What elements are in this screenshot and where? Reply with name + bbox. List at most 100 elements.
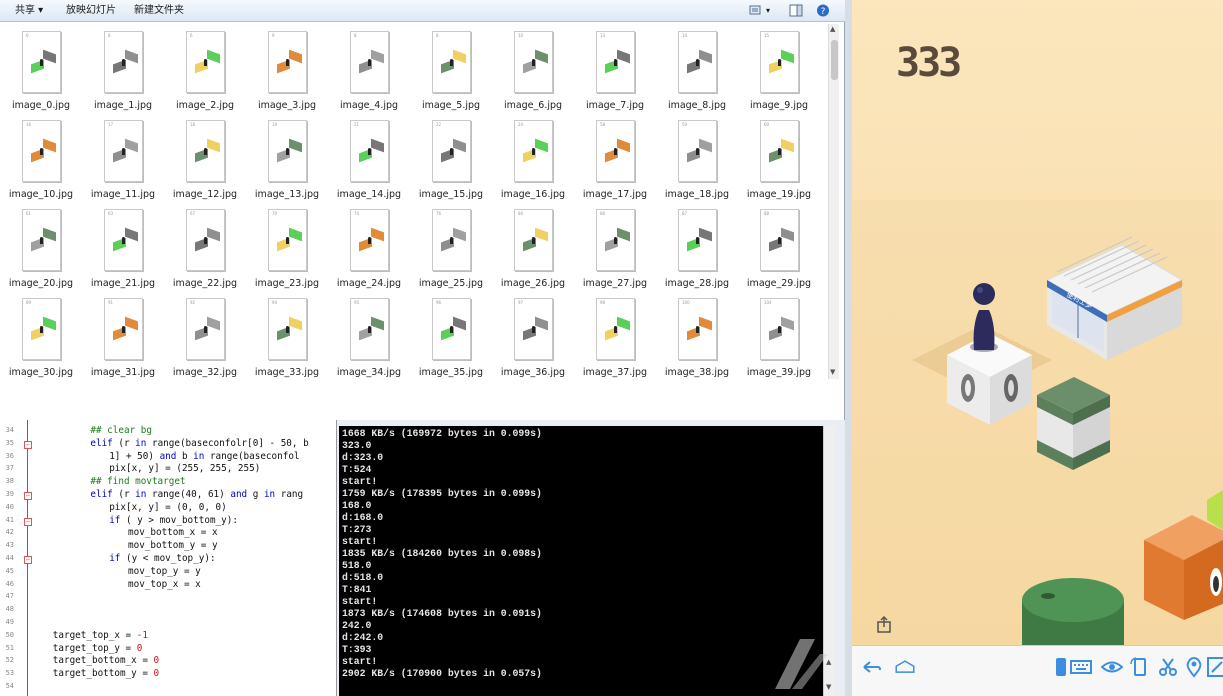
back-icon[interactable] <box>860 656 882 678</box>
file-thumbnail[interactable]: 86 <box>596 209 635 271</box>
file-tile[interactable]: 13 image_7.jpg <box>574 24 656 113</box>
file-tile[interactable]: 91 image_31.jpg <box>82 291 164 380</box>
file-thumbnail[interactable]: 18 <box>186 120 225 182</box>
console-output[interactable]: 1668 KB/s (169972 bytes in 0.099s) 323.0 d… <box>339 426 823 696</box>
file-thumbnail[interactable]: 21 <box>350 120 389 182</box>
code-line[interactable]: mov_bottom_x = x <box>128 527 218 538</box>
eye-icon[interactable] <box>1101 656 1123 678</box>
file-tile[interactable]: 9 image_3.jpg <box>246 24 328 113</box>
file-tile[interactable]: 94 image_33.jpg <box>246 291 328 380</box>
file-tile[interactable]: 61 image_20.jpg <box>0 202 82 291</box>
file-thumbnail[interactable]: 89 <box>22 298 61 360</box>
file-tile[interactable]: 67 image_22.jpg <box>164 202 246 291</box>
phone-icon[interactable] <box>1050 656 1072 678</box>
code-line[interactable]: target_top_y = 0 <box>53 643 143 654</box>
file-tile[interactable]: 88 image_29.jpg <box>738 202 820 291</box>
file-thumbnail[interactable]: 76 <box>432 209 471 271</box>
file-thumbnail[interactable]: 70 <box>268 209 307 271</box>
file-thumbnail[interactable]: 24 <box>514 120 553 182</box>
file-thumbnail[interactable]: 17 <box>104 120 143 182</box>
fold-toggle-icon[interactable]: − <box>24 517 32 526</box>
file-tile[interactable]: 24 image_16.jpg <box>492 113 574 202</box>
view-dropdown-chevron-icon[interactable]: ▾ <box>766 4 770 18</box>
help-icon[interactable]: ? <box>816 4 830 17</box>
file-thumbnail[interactable]: 87 <box>678 209 717 271</box>
resize-icon[interactable] <box>1206 656 1223 678</box>
file-tile[interactable]: 0 image_0.jpg <box>0 24 82 113</box>
file-thumbnail[interactable]: 59 <box>678 120 717 182</box>
rotate-screen-icon[interactable] <box>1129 656 1151 678</box>
file-thumbnail[interactable]: 13 <box>596 31 635 93</box>
code-line[interactable]: elif (r in range(40, 61) and g in rang <box>90 489 303 500</box>
file-tile[interactable]: 14 image_8.jpg <box>656 24 738 113</box>
code-line[interactable]: if ( y > mov_bottom_y): <box>109 515 238 526</box>
file-tile[interactable]: 89 image_30.jpg <box>0 291 82 380</box>
scroll-up-arrow-icon[interactable]: ▲ <box>830 25 835 33</box>
home-icon[interactable] <box>894 656 916 678</box>
file-thumbnail[interactable]: 100 <box>678 298 717 360</box>
file-thumbnail[interactable]: 8 <box>350 31 389 93</box>
keyboard-icon[interactable] <box>1070 656 1092 678</box>
slideshow-button[interactable]: 放映幻灯片 <box>66 4 116 18</box>
file-thumbnail[interactable]: 58 <box>596 120 635 182</box>
file-tile[interactable]: 95 image_34.jpg <box>328 291 410 380</box>
file-thumbnail[interactable]: 14 <box>678 31 717 93</box>
code-line[interactable]: 1] + 50) and b in range(baseconfol <box>109 451 299 462</box>
file-thumbnail[interactable]: 61 <box>22 209 61 271</box>
file-tile[interactable]: 18 image_12.jpg <box>164 113 246 202</box>
code-line[interactable]: pix[x, y] = (0, 0, 0) <box>109 502 227 513</box>
file-thumbnail[interactable]: 0 <box>22 31 61 93</box>
file-thumbnail[interactable]: 10 <box>514 31 553 93</box>
code-line[interactable]: ## clear bg <box>90 425 152 436</box>
code-line[interactable]: mov_top_x = x <box>128 579 201 590</box>
file-tile[interactable]: 96 image_35.jpg <box>410 291 492 380</box>
scroll-down-arrow-icon[interactable]: ▼ <box>830 368 835 376</box>
file-tile[interactable]: 98 image_37.jpg <box>574 291 656 380</box>
file-thumbnail[interactable]: 63 <box>104 209 143 271</box>
file-thumbnail[interactable]: 91 <box>104 298 143 360</box>
file-thumbnail[interactable]: 9 <box>268 31 307 93</box>
file-thumbnail[interactable]: 8 <box>432 31 471 93</box>
file-thumbnail[interactable]: 96 <box>432 298 471 360</box>
file-thumbnail[interactable]: 95 <box>350 298 389 360</box>
file-thumbnail[interactable]: 6 <box>186 31 225 93</box>
code-line[interactable]: if (y < mov_top_y): <box>109 553 215 564</box>
file-tile[interactable]: 58 image_17.jpg <box>574 113 656 202</box>
code-line[interactable]: elif (r in range(baseconfolr[0] - 50, b <box>90 438 308 449</box>
file-tile[interactable]: 86 image_27.jpg <box>574 202 656 291</box>
file-tile[interactable]: 22 image_15.jpg <box>410 113 492 202</box>
fold-toggle-icon[interactable]: − <box>24 440 32 449</box>
file-thumbnail[interactable]: 8 <box>104 31 143 93</box>
location-pin-icon[interactable] <box>1183 656 1205 678</box>
fold-toggle-icon[interactable]: − <box>24 556 32 564</box>
file-thumbnail[interactable]: 67 <box>186 209 225 271</box>
code-line[interactable]: target_bottom_x = 0 <box>53 655 159 666</box>
file-tile[interactable]: 70 image_23.jpg <box>246 202 328 291</box>
code-line[interactable]: target_bottom_y = 0 <box>53 668 159 679</box>
preview-pane-icon[interactable] <box>789 4 803 17</box>
file-tile[interactable]: 92 image_32.jpg <box>164 291 246 380</box>
code-line[interactable]: mov_top_y = y <box>128 566 201 577</box>
file-tile[interactable]: 80 image_26.jpg <box>492 202 574 291</box>
new-folder-button[interactable]: 新建文件夹 <box>134 4 184 18</box>
file-thumbnail[interactable]: 74 <box>350 209 389 271</box>
file-tile[interactable]: 63 image_21.jpg <box>82 202 164 291</box>
file-tile[interactable]: 60 image_19.jpg <box>738 113 820 202</box>
scrollbar-thumb[interactable] <box>831 40 838 80</box>
file-thumbnail[interactable]: 22 <box>432 120 471 182</box>
share-button[interactable]: 共享 ▾ <box>15 4 43 18</box>
file-tile[interactable]: 8 image_5.jpg <box>410 24 492 113</box>
jump-game-screen[interactable]: 333 便利士多 <box>852 0 1223 645</box>
code-line[interactable]: target_top_x = -1 <box>53 630 148 641</box>
file-tile[interactable]: 21 image_14.jpg <box>328 113 410 202</box>
file-tile[interactable]: 17 image_11.jpg <box>82 113 164 202</box>
file-tile[interactable]: 10 image_6.jpg <box>492 24 574 113</box>
scissors-icon[interactable] <box>1157 656 1179 678</box>
fold-toggle-icon[interactable]: − <box>24 492 32 500</box>
file-thumbnail[interactable]: 104 <box>760 298 799 360</box>
file-tile[interactable]: 104 image_39.jpg <box>738 291 820 380</box>
file-tile[interactable]: 76 image_25.jpg <box>410 202 492 291</box>
code-editor[interactable]: 34 35 − 36 37 38 39 − 40 41 − 42 43 44 − 45 46 47 48 49 50 51… <box>0 420 337 696</box>
file-thumbnail[interactable]: 60 <box>760 120 799 182</box>
file-thumbnail[interactable]: 97 <box>514 298 553 360</box>
